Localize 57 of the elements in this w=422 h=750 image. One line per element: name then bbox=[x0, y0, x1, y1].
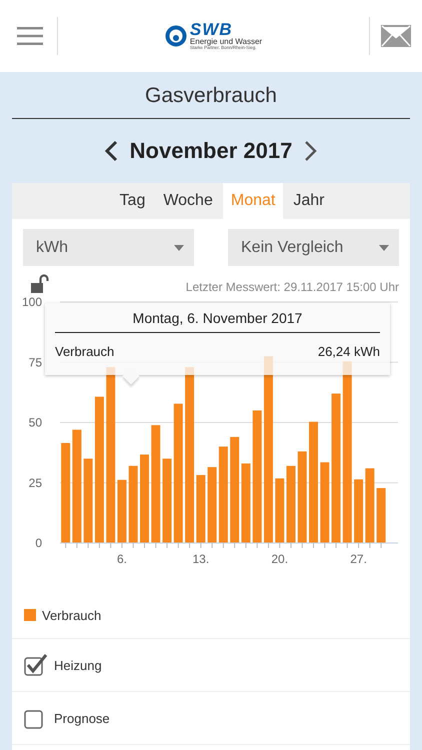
logo-name: SWB bbox=[190, 21, 234, 38]
tooltip-label: Verbrauch bbox=[55, 344, 114, 359]
period-label: November 2017 bbox=[130, 138, 292, 164]
caret-icon bbox=[174, 244, 184, 250]
page-title: Gasverbrauch bbox=[12, 84, 410, 119]
dropdown[interactable]: kWh bbox=[23, 229, 194, 266]
dropdown[interactable]: Kein Vergleich bbox=[228, 229, 399, 266]
x-axis-label: 20. bbox=[271, 552, 288, 566]
bar[interactable] bbox=[252, 410, 262, 543]
tooltip-value: 26,24 kWh bbox=[318, 344, 380, 359]
bar[interactable] bbox=[230, 436, 240, 543]
previous-icon[interactable] bbox=[104, 140, 118, 162]
period-tab[interactable]: Jahr bbox=[285, 183, 332, 219]
option-label: Prognose bbox=[54, 710, 110, 726]
x-axis-label: 13. bbox=[192, 552, 210, 566]
bar[interactable] bbox=[286, 466, 296, 543]
bar[interactable] bbox=[174, 404, 183, 543]
bar[interactable] bbox=[117, 480, 126, 543]
bar[interactable] bbox=[128, 466, 138, 543]
tooltip-title: Montag, 6. November 2017 bbox=[55, 303, 380, 333]
bar[interactable] bbox=[94, 396, 104, 543]
bar[interactable] bbox=[84, 458, 93, 543]
bar[interactable] bbox=[320, 462, 330, 543]
bar[interactable] bbox=[151, 425, 160, 543]
x-axis-label: 6. bbox=[116, 552, 127, 566]
bar[interactable] bbox=[196, 475, 206, 543]
period-tab[interactable]: Woche bbox=[155, 183, 221, 219]
bar[interactable] bbox=[275, 478, 284, 543]
caret-icon bbox=[379, 244, 389, 250]
y-axis-label: 50 bbox=[28, 416, 42, 430]
bar[interactable] bbox=[332, 394, 341, 543]
bar[interactable] bbox=[72, 430, 82, 543]
period-tab[interactable]: Tag bbox=[112, 183, 154, 219]
logo-icon bbox=[164, 25, 187, 47]
bar[interactable] bbox=[298, 451, 307, 543]
y-axis-label: 100 bbox=[22, 295, 42, 309]
bar[interactable] bbox=[354, 479, 364, 543]
bar[interactable] bbox=[365, 468, 374, 543]
y-axis-label: 75 bbox=[28, 355, 42, 370]
lock-icon[interactable] bbox=[30, 274, 50, 294]
y-axis-label: 0 bbox=[35, 536, 42, 550]
option-label: Heizung bbox=[54, 658, 102, 672]
mail-icon[interactable] bbox=[381, 25, 411, 47]
bar[interactable] bbox=[241, 463, 250, 543]
last-reading: Letzter Messwert: 29.11.2017 15:00 Uhr bbox=[186, 280, 399, 294]
bar[interactable] bbox=[218, 446, 228, 543]
bar[interactable] bbox=[162, 458, 172, 543]
menu-icon[interactable] bbox=[17, 27, 43, 45]
legend-label: Verbrauch bbox=[42, 608, 102, 622]
bar[interactable] bbox=[61, 442, 70, 543]
next-icon[interactable] bbox=[304, 140, 318, 162]
bar[interactable] bbox=[376, 488, 386, 543]
bar[interactable] bbox=[208, 467, 217, 543]
logo-tagline: Energie und Wasser bbox=[190, 38, 262, 46]
x-axis-label: 27. bbox=[350, 552, 367, 566]
y-axis-label: 25 bbox=[28, 476, 42, 490]
checkbox[interactable] bbox=[24, 654, 48, 676]
